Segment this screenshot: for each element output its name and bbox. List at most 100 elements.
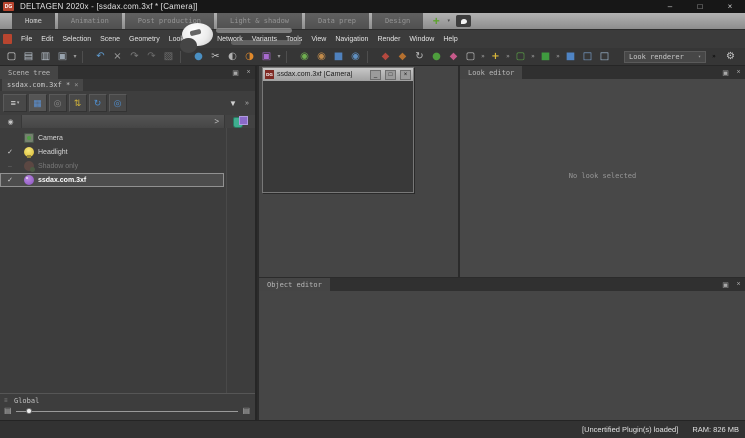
save-caret-icon[interactable]: ▾ [71, 49, 79, 64]
lod-cube-wire-icon[interactable]: □ [579, 49, 596, 64]
tab-animation[interactable]: Animation [58, 13, 122, 29]
delete-icon[interactable]: × [109, 49, 126, 64]
toolbar-overflow-chevron-icon[interactable]: » [710, 49, 718, 64]
import-icon[interactable]: ▥ [37, 49, 54, 64]
tree-row-ssdax[interactable]: ✓ ssdax.com.3xf [0, 173, 224, 187]
axis-manipulator-icon[interactable]: + [487, 49, 504, 64]
presenter-user-icon[interactable]: ◉ [313, 49, 330, 64]
add-workspace-button[interactable]: + [428, 13, 444, 29]
search-sync-button[interactable]: ◎ [109, 94, 127, 112]
tab-design[interactable]: Design [372, 13, 423, 29]
sync-refresh-button[interactable]: ↻ [89, 94, 107, 112]
open-file-icon[interactable]: ▤ [20, 49, 37, 64]
viewport-canvas[interactable] [263, 81, 413, 192]
tree-toolbar-overflow-chevron-icon[interactable]: » [242, 100, 252, 107]
viewport-titlebar[interactable]: DG ssdax.com.3xf [Camera] _ □ × [263, 68, 413, 81]
redo-icon[interactable]: ↷ [126, 49, 143, 64]
paste-icon[interactable]: ▧ [160, 49, 177, 64]
avatar-user-icon[interactable]: ◉ [347, 49, 364, 64]
viewport-window[interactable]: DG ssdax.com.3xf [Camera] _ □ × [262, 67, 414, 193]
menu-navigation[interactable]: Navigation [335, 36, 368, 43]
look-editor-header: Look editor ▣ × [460, 66, 745, 79]
display-mode-button[interactable]: ≡▾ [3, 94, 27, 112]
show-ids-button[interactable]: ▦ [29, 94, 47, 112]
float-panel-icon[interactable]: ▣ [719, 66, 732, 79]
color-variant-icon[interactable]: ◆ [445, 49, 462, 64]
filter-funnel-icon[interactable]: ▼ [226, 99, 240, 108]
look-renderer-select[interactable]: Look renderer ▾ [624, 51, 706, 63]
close-panel-icon[interactable]: × [732, 278, 745, 291]
snapshot-camera-icon[interactable]: ▣ [258, 49, 275, 64]
chevron-more-icon[interactable]: » [554, 49, 562, 64]
rotate-tool-icon[interactable]: ↻ [411, 49, 428, 64]
float-panel-icon[interactable]: ▣ [719, 278, 732, 291]
redo-all-icon[interactable]: ↷ [143, 49, 160, 64]
menu-geometry[interactable]: Geometry [129, 36, 160, 43]
titlebar: DG DELTAGEN 2020x - [ssdax.com.3xf * [Ca… [0, 0, 745, 13]
menu-view[interactable]: View [311, 36, 326, 43]
save-icon[interactable]: ▣ [54, 49, 71, 64]
tab-home[interactable]: Home [12, 13, 55, 29]
slider-right-list-icon[interactable]: ▤ [242, 407, 250, 415]
tab-data-prep[interactable]: Data prep [305, 13, 369, 29]
measure-tool-icon[interactable]: ◆ [394, 49, 411, 64]
slider-left-list-icon[interactable]: ▤ [4, 407, 12, 415]
viewport-close-button[interactable]: × [400, 70, 411, 80]
snapshot-caret-icon[interactable]: ▾ [275, 49, 283, 64]
chevron-more-icon[interactable]: » [479, 49, 487, 64]
collaboration-users-icon[interactable]: ◉ [296, 49, 313, 64]
tree-row-camera[interactable]: Camera [0, 131, 224, 145]
global-slider-track[interactable] [16, 411, 239, 412]
marquee-select-icon[interactable]: ▢ [462, 49, 479, 64]
name-column-header[interactable]: > [22, 115, 224, 128]
close-button[interactable]: × [715, 0, 745, 13]
chevron-more-icon[interactable]: » [529, 49, 537, 64]
tab-close-icon[interactable]: × [74, 81, 78, 89]
global-slider-handle[interactable] [26, 408, 32, 414]
maximize-button[interactable]: □ [685, 0, 715, 13]
menu-help[interactable]: Help [443, 36, 457, 43]
menu-edit[interactable]: Edit [41, 36, 53, 43]
menu-window[interactable]: Window [409, 36, 434, 43]
close-panel-icon[interactable]: × [242, 66, 255, 79]
menu-render[interactable]: Render [377, 36, 400, 43]
deltagen-doc-icon: DG [265, 70, 274, 79]
history-clock-icon[interactable]: ◐ [224, 49, 241, 64]
viewport-maximize-button[interactable]: □ [385, 70, 396, 80]
header-spacer [522, 66, 719, 79]
solid-cube-icon[interactable]: ■ [537, 49, 554, 64]
tree-row-headlight[interactable]: ✓ Headlight [0, 145, 224, 159]
visibility-column-eye-icon[interactable]: ◉ [0, 115, 22, 128]
globe-button[interactable]: ◎ [49, 94, 67, 112]
document-tab[interactable]: ssdax.com.3xf * × [2, 79, 83, 91]
lod-cube-wire2-icon[interactable]: □ [596, 49, 613, 64]
green-sphere-icon[interactable]: ● [428, 49, 445, 64]
float-panel-icon[interactable]: ▣ [229, 66, 242, 79]
visibility-checkbox[interactable]: ✓ [4, 176, 16, 184]
tab-light-shadow[interactable]: Light & shadow [217, 13, 302, 29]
clash-tool-icon[interactable]: ◆ [377, 49, 394, 64]
viewport-minimize-button[interactable]: _ [370, 70, 381, 80]
chevron-more-icon[interactable]: » [504, 49, 512, 64]
minimize-button[interactable]: – [655, 0, 685, 13]
node-type-icon [24, 175, 34, 185]
sort-button[interactable]: ⇅ [69, 94, 87, 112]
blue-panel-icon[interactable]: ■ [330, 49, 347, 64]
lod-cube-solid-icon[interactable]: ■ [562, 49, 579, 64]
close-panel-icon[interactable]: × [732, 66, 745, 79]
visibility-checkbox[interactable]: – [4, 163, 16, 170]
new-file-icon[interactable]: ▢ [3, 49, 20, 64]
feedback-bubble-button[interactable] [456, 15, 471, 27]
bounding-box-icon[interactable]: ▢ [512, 49, 529, 64]
geometry-column-header[interactable] [224, 115, 255, 128]
settings-gear-icon[interactable]: ⚙ [722, 49, 739, 64]
tree-row-shadow-only[interactable]: – Shadow only [0, 159, 224, 173]
menu-selection[interactable]: Selection [62, 36, 91, 43]
menu-file[interactable]: File [21, 36, 32, 43]
undo-icon[interactable]: ↶ [92, 49, 109, 64]
tab-overflow-caret-icon[interactable]: ▾ [444, 13, 453, 29]
visibility-checkbox[interactable]: ✓ [4, 148, 16, 156]
render-timer-icon[interactable]: ◑ [241, 49, 258, 64]
menu-scene[interactable]: Scene [100, 36, 120, 43]
menu-bar: FileEditSelectionSceneGeometryLookLightN… [0, 29, 745, 48]
